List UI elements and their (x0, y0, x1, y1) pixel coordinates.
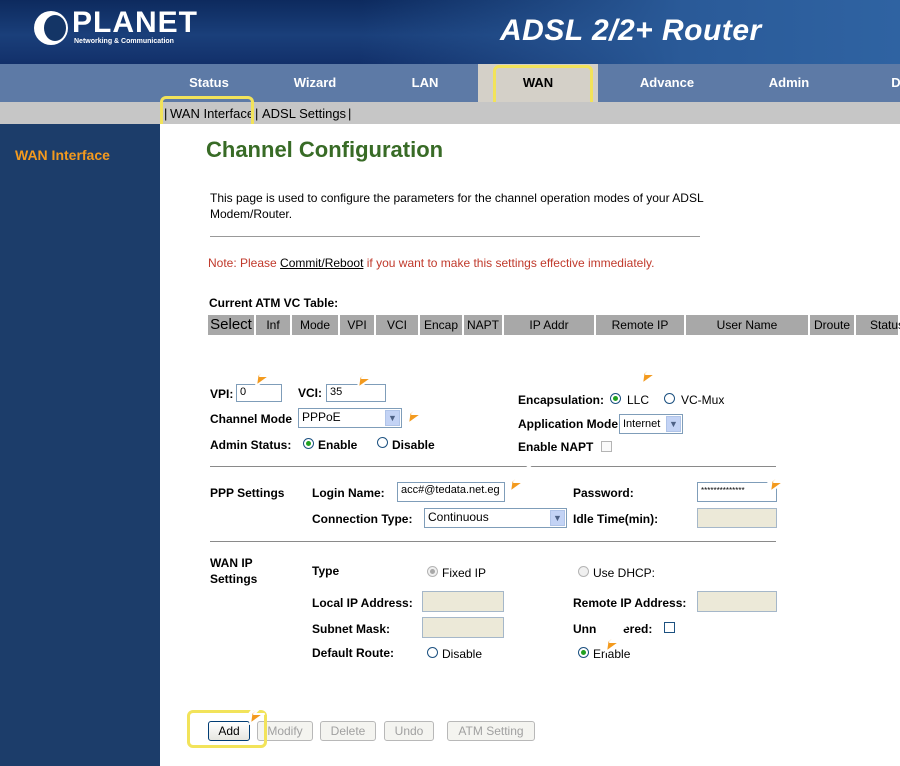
table-header: Select (208, 315, 256, 335)
brand-name: PLANET (72, 6, 198, 39)
annotation-arrow-icon (245, 689, 279, 725)
admin-disable-label: Disable (392, 438, 435, 452)
atm-setting-button[interactable]: ATM Setting (447, 721, 535, 741)
remote-ip-label: Remote IP Address: (573, 596, 687, 610)
chevron-down-icon: ▼ (550, 510, 565, 526)
annotation-arrow-icon (403, 389, 437, 425)
admin-enable-radio[interactable] (303, 438, 314, 449)
commit-reboot-link[interactable]: Commit/Reboot (280, 256, 363, 270)
login-name-input[interactable]: acc#@tedata.net.eg (397, 482, 505, 502)
connection-type-select[interactable]: Continuous ▼ (424, 508, 567, 528)
subnet-mask-label: Subnet Mask: (312, 622, 391, 636)
tab-lan[interactable]: LAN (395, 64, 455, 102)
application-mode-label: Application Mode (518, 417, 618, 431)
brand-tagline: Networking & Communication (74, 38, 174, 45)
product-title: ADSL 2/2+ Router (500, 14, 762, 47)
fixed-ip-radio[interactable] (427, 566, 438, 577)
idle-time-label: Idle Time(min): (573, 512, 659, 526)
enable-napt-checkbox[interactable] (601, 441, 612, 452)
vci-label: VCI: (298, 386, 322, 400)
admin-disable-radio[interactable] (377, 437, 388, 448)
annotation-arrow-icon (353, 353, 387, 389)
encap-vcmux-radio[interactable] (664, 393, 675, 404)
annotation-arrow-icon (251, 351, 285, 387)
divider (210, 541, 776, 542)
table-header: VPI (340, 315, 376, 335)
encapsulation-label: Encapsulation: (518, 393, 605, 407)
password-label: Password: (573, 486, 634, 500)
encap-vcmux-label: VC-Mux (681, 393, 725, 407)
planet-logo-inner-icon (44, 15, 66, 41)
type-label: Type (312, 564, 340, 578)
use-dhcp-label: Use DHCP: (593, 566, 656, 580)
local-ip-label: Local IP Address: (312, 596, 413, 610)
default-route-disable-radio[interactable] (427, 647, 438, 658)
local-ip-input[interactable] (422, 591, 504, 612)
admin-status-label: Admin Status: (210, 438, 292, 452)
divider (210, 236, 700, 237)
tab-admin[interactable]: Admin (758, 64, 820, 102)
table-header: VCI (376, 315, 420, 335)
sidebar (0, 124, 160, 766)
encap-llc-label: LLC (627, 393, 650, 407)
tab-advance[interactable]: Advance (630, 64, 704, 102)
annotation-arrow-icon (637, 349, 671, 385)
encap-llc-radio[interactable] (610, 393, 621, 404)
divider (210, 466, 776, 467)
table-header: Droute (810, 315, 856, 335)
table-header: Encap (420, 315, 464, 335)
login-name-label: Login Name: (312, 486, 385, 500)
vc-table-title: Current ATM VC Table: (209, 296, 339, 310)
table-header: User Name (686, 315, 810, 335)
note-suffix: if you want to make this settings effect… (363, 256, 655, 270)
application-mode-select[interactable]: Internet ▼ (619, 414, 683, 434)
subnav-adsl-settings[interactable]: ADSL Settings (262, 106, 346, 121)
page-description: This page is used to configure the param… (210, 191, 704, 221)
sidebar-item-wan-interface[interactable]: WAN Interface (15, 147, 110, 163)
use-dhcp-radio[interactable] (578, 566, 589, 577)
default-route-enable-radio[interactable] (578, 647, 589, 658)
idle-time-input[interactable] (697, 508, 777, 528)
wan-ip-settings-label-1: WAN IP (210, 556, 253, 570)
table-header: Status (856, 315, 900, 335)
vpi-label: VPI: (210, 387, 234, 401)
table-header: Remote IP (596, 315, 686, 335)
subnav-separator: | (255, 106, 259, 121)
undo-button[interactable]: Undo (384, 721, 434, 741)
subnet-mask-input[interactable] (422, 617, 504, 638)
connection-type-label: Connection Type: (312, 512, 413, 526)
wan-ip-settings-label-2: Settings (210, 572, 258, 586)
table-header: IP Addr (504, 315, 596, 335)
annotation-arrow-icon (601, 617, 635, 653)
default-route-disable-label: Disable (442, 647, 483, 661)
tab-diagnostic[interactable]: D (886, 64, 900, 102)
remote-ip-input[interactable] (697, 591, 777, 612)
default-route-label: Default Route: (312, 646, 394, 660)
unnumbered-checkbox[interactable] (664, 622, 675, 633)
chevron-down-icon: ▼ (666, 416, 681, 432)
admin-enable-label: Enable (318, 438, 358, 452)
table-header: Mode (292, 315, 340, 335)
ppp-settings-label: PPP Settings (210, 486, 285, 500)
annotation-arrow-icon (505, 457, 539, 493)
sub-nav (0, 102, 900, 124)
annotation-arrow-icon (765, 457, 799, 493)
connection-type-value: Continuous (428, 510, 489, 524)
application-mode-value: Internet (623, 418, 661, 430)
table-header: NAPT (464, 315, 504, 335)
channel-mode-value: PPPoE (302, 410, 341, 424)
table-header: Inf (256, 315, 292, 335)
channel-mode-label: Channel Mode (210, 412, 293, 426)
delete-button[interactable]: Delete (320, 721, 376, 741)
fixed-ip-label: Fixed IP (442, 566, 487, 580)
subnav-separator: | (348, 106, 352, 121)
channel-mode-select[interactable]: PPPoE ▼ (298, 408, 402, 428)
page-title: Channel Configuration (206, 137, 444, 162)
reboot-note: Note: Please Commit/Reboot if you want t… (208, 256, 654, 270)
tab-wizard[interactable]: Wizard (275, 64, 355, 102)
note-prefix: Note: Please (208, 256, 281, 270)
